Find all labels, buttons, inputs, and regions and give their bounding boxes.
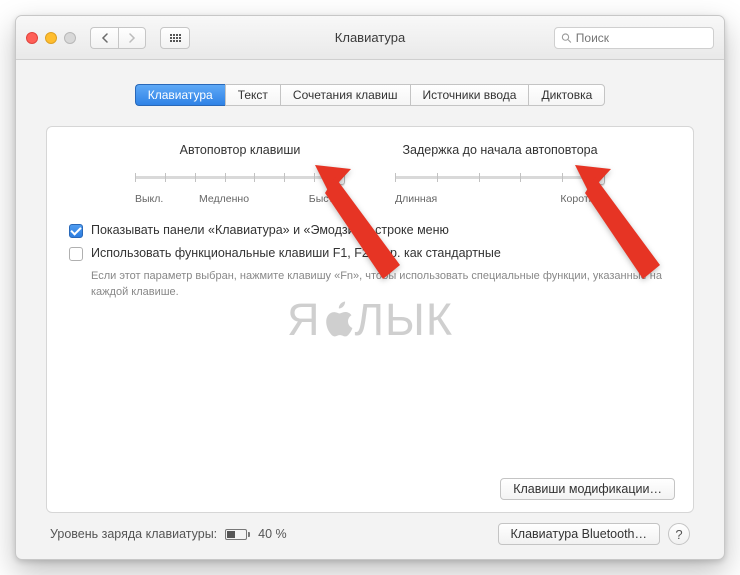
- settings-pane: Автоповтор клавиши Выкл. Медленно Быстро…: [46, 126, 694, 513]
- apple-icon: [318, 299, 356, 341]
- tab-text[interactable]: Текст: [225, 84, 280, 106]
- traffic-lights: [26, 32, 76, 44]
- key-repeat-scale: Выкл. Медленно Быстро: [135, 193, 345, 205]
- help-button[interactable]: ?: [668, 523, 690, 545]
- tab-bar: Клавиатура Текст Сочетания клавиш Источн…: [46, 84, 694, 106]
- grid-icon: [170, 34, 181, 42]
- delay-label: Задержка до начала автоповтора: [395, 143, 605, 157]
- tab-dictation[interactable]: Диктовка: [528, 84, 605, 106]
- window-title: Клавиатура: [335, 30, 405, 45]
- fn-keys-row: Использовать функциональные клавиши F1, …: [69, 246, 671, 261]
- modifier-keys-button[interactable]: Клавиши модификации…: [500, 478, 675, 500]
- search-input[interactable]: [576, 31, 707, 45]
- delay-group: Задержка до начала автоповтора Длинная К…: [395, 143, 605, 205]
- show-panels-checkbox[interactable]: [69, 224, 83, 238]
- close-icon[interactable]: [26, 32, 38, 44]
- key-repeat-label: Автоповтор клавиши: [135, 143, 345, 157]
- tab-input-sources[interactable]: Источники ввода: [410, 84, 529, 106]
- battery-icon: [225, 529, 250, 540]
- preferences-window: Клавиатура Клавиатура Текст Сочетания кл…: [15, 15, 725, 560]
- footer: Уровень заряда клавиатуры: 40 % Клавиату…: [46, 513, 694, 545]
- forward-button[interactable]: [118, 27, 146, 49]
- watermark: Я ЛЫК: [287, 294, 453, 346]
- back-button[interactable]: [90, 27, 118, 49]
- fn-keys-checkbox[interactable]: [69, 247, 83, 261]
- tab-shortcuts[interactable]: Сочетания клавиш: [280, 84, 410, 106]
- fn-keys-label: Использовать функциональные клавиши F1, …: [91, 246, 501, 260]
- battery-value: 40 %: [258, 527, 287, 541]
- search-icon: [561, 32, 572, 44]
- titlebar: Клавиатура: [16, 16, 724, 60]
- fn-keys-help: Если этот параметр выбран, нажмите клави…: [91, 269, 671, 301]
- sliders-row: Автоповтор клавиши Выкл. Медленно Быстро…: [69, 143, 671, 205]
- delay-scale: Длинная Короткая: [395, 193, 605, 205]
- content-area: Клавиатура Текст Сочетания клавиш Источн…: [16, 60, 724, 559]
- show-all-button[interactable]: [160, 27, 190, 49]
- bluetooth-keyboard-button[interactable]: Клавиатура Bluetooth…: [498, 523, 661, 545]
- slider-thumb-icon[interactable]: [332, 170, 345, 185]
- search-field[interactable]: [554, 27, 714, 49]
- nav-buttons: [90, 27, 146, 49]
- minimize-icon[interactable]: [45, 32, 57, 44]
- key-repeat-group: Автоповтор клавиши Выкл. Медленно Быстро: [135, 143, 345, 205]
- tab-keyboard[interactable]: Клавиатура: [135, 84, 225, 106]
- key-repeat-slider[interactable]: [135, 169, 345, 187]
- delay-slider[interactable]: [395, 169, 605, 187]
- slider-thumb-icon[interactable]: [592, 170, 605, 185]
- show-panels-row: Показывать панели «Клавиатура» и «Эмодзи…: [69, 223, 671, 238]
- battery-label: Уровень заряда клавиатуры:: [50, 527, 217, 541]
- show-panels-label: Показывать панели «Клавиатура» и «Эмодзи…: [91, 223, 449, 237]
- maximize-icon[interactable]: [64, 32, 76, 44]
